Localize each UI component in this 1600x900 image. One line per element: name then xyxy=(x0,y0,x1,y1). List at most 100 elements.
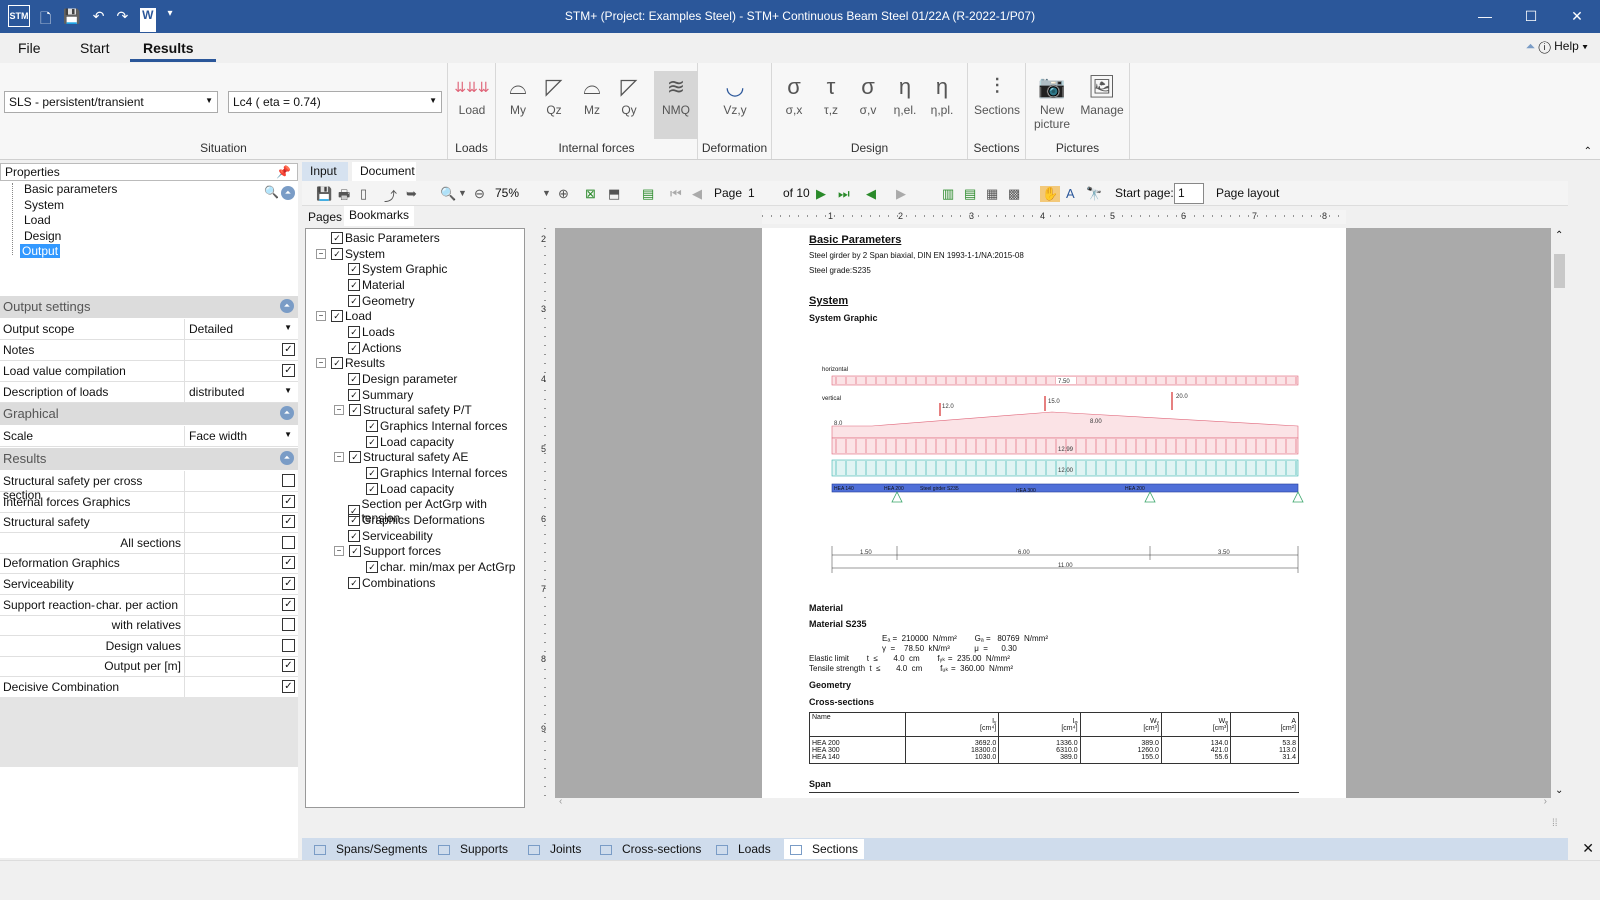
hand-tool-icon[interactable]: ✋ xyxy=(1040,186,1061,202)
continuous-icon[interactable]: ▤ xyxy=(964,186,976,202)
collapse-toggle-icon[interactable]: − xyxy=(334,452,344,462)
vertical-scrollbar[interactable]: ⌃ ⌄ xyxy=(1551,228,1568,798)
export-icon[interactable]: ⤴ xyxy=(384,186,397,205)
scroll-up-icon[interactable]: ⌃ xyxy=(1555,230,1563,241)
bookmark-item[interactable]: ✓ Load capacity xyxy=(366,435,454,449)
output-settings-header[interactable]: Output settings ⏶ xyxy=(0,296,298,318)
menu-results[interactable]: Results xyxy=(143,40,194,56)
tab-input[interactable]: Input xyxy=(302,162,348,181)
qy-button[interactable]: ◸ Qy xyxy=(607,71,651,117)
minimize-icon[interactable]: — xyxy=(1462,0,1508,33)
last-page-icon[interactable]: ⏭ xyxy=(838,186,850,202)
page-view-icon[interactable]: ▯ xyxy=(360,186,367,202)
deformation-graphics-checkbox[interactable]: ✓ xyxy=(282,556,295,569)
bookmark-item[interactable]: − ✓ Structural safety P/T xyxy=(334,403,472,417)
bookmark-item[interactable]: ✓ Basic Parameters xyxy=(316,231,440,245)
single-page-icon[interactable]: ▥ xyxy=(942,186,954,202)
bookmark-item[interactable]: − ✓ Load xyxy=(316,309,372,323)
bookmark-item[interactable]: ✓ char. min/max per ActGrp xyxy=(366,560,515,574)
find-icon[interactable]: 🔭 xyxy=(1086,186,1102,202)
description-of-loads-select[interactable]: distributed ▼ xyxy=(184,382,298,403)
page-input[interactable]: 1 xyxy=(748,186,755,200)
fit-page-icon[interactable]: ⊠ xyxy=(585,186,596,202)
collapse-toggle-icon[interactable]: − xyxy=(334,405,344,415)
situation-combo[interactable]: SLS - persistent/transient ▼ xyxy=(4,91,218,113)
bookmark-item[interactable]: ✓ Geometry xyxy=(348,294,415,308)
bookmark-item[interactable]: ✓ Serviceability xyxy=(348,529,433,543)
design-values-checkbox[interactable] xyxy=(282,639,295,652)
bookmark-item[interactable]: − ✓ Support forces xyxy=(334,544,441,558)
tab-bookmarks[interactable]: Bookmarks xyxy=(344,206,415,226)
structural-safety-checkbox[interactable]: ✓ xyxy=(282,515,295,528)
tab-cross-sections[interactable]: Cross-sections xyxy=(600,842,701,856)
bookmark-item[interactable]: ✓ Graphics Deformations xyxy=(348,513,485,527)
internal-forces-graphics-checkbox[interactable]: ✓ xyxy=(282,495,295,508)
tab-document[interactable]: Document xyxy=(352,162,416,181)
fit-width-icon[interactable]: ⬒ xyxy=(608,186,620,202)
resize-grip-icon[interactable]: ⁞⁞ xyxy=(1552,818,1558,829)
notes-checkbox[interactable]: ✓ xyxy=(282,343,295,356)
scale-select[interactable]: Face width ▼ xyxy=(184,426,298,447)
sections-button[interactable]: ⫶ Sections xyxy=(970,71,1024,117)
forward-icon[interactable]: ▶ xyxy=(896,186,906,202)
zoom-in-plus-icon[interactable]: ⊕ xyxy=(558,186,569,202)
results-header[interactable]: Results ⏶ xyxy=(0,448,298,470)
load-value-compilation-checkbox[interactable]: ✓ xyxy=(282,364,295,377)
bookmark-item[interactable]: ✓ Material xyxy=(348,278,405,292)
start-page-input[interactable]: 1 xyxy=(1174,183,1204,204)
bookmark-item[interactable]: − ✓ Results xyxy=(316,356,385,370)
output-per-m-checkbox[interactable]: ✓ xyxy=(282,659,295,672)
output-scope-select[interactable]: Detailed ▼ xyxy=(184,319,298,340)
tree-item-system[interactable]: System xyxy=(24,198,64,212)
page-layout-button[interactable]: Page layout xyxy=(1216,186,1279,200)
first-page-icon[interactable]: ⏮ xyxy=(670,186,682,202)
collapse-ribbon-icon[interactable]: ⏶ xyxy=(1526,39,1536,53)
tab-supports[interactable]: Supports xyxy=(438,842,508,856)
bookmark-item[interactable]: ✓ Design parameter xyxy=(348,372,457,386)
document-page[interactable]: Basic Parameters Steel girder by 2 Span … xyxy=(762,228,1346,798)
collapse-toggle-icon[interactable]: − xyxy=(316,311,326,321)
manage-button[interactable]: 🖼 Manage xyxy=(1076,71,1128,117)
tree-item-load[interactable]: Load xyxy=(24,213,51,227)
bookmark-item[interactable]: ✓ Load capacity xyxy=(366,482,454,496)
zoom-out-icon[interactable]: ⊖ xyxy=(474,186,485,202)
zoom-value[interactable]: 75% xyxy=(495,186,519,200)
close-icon[interactable]: ✕ xyxy=(1554,0,1600,33)
next-page-icon[interactable]: ▶ xyxy=(816,186,826,202)
chevron-down-icon[interactable]: ▼ xyxy=(542,188,551,198)
search-icon[interactable]: 🔍 xyxy=(264,185,279,199)
bookmark-item[interactable]: ✓ System Graphic xyxy=(348,262,447,276)
tab-loads[interactable]: Loads xyxy=(716,842,771,856)
bookmark-item[interactable]: ✓ Actions xyxy=(348,341,401,355)
zoom-in-icon[interactable]: 🔍 xyxy=(440,186,456,202)
scroll-left-icon[interactable]: ‹ xyxy=(559,796,562,807)
collapse-icon[interactable]: ⏶ xyxy=(281,186,295,200)
tab-spans-segments[interactable]: Spans/Segments xyxy=(314,842,427,856)
support-reaction-checkbox[interactable]: ✓ xyxy=(282,598,295,611)
print-icon[interactable]: 🖶 xyxy=(338,186,350,208)
vzy-button[interactable]: ◡ Vz,y xyxy=(713,71,757,117)
text-select-icon[interactable]: A xyxy=(1066,186,1075,201)
bookmarks-toggle-icon[interactable]: ▤ xyxy=(642,186,654,202)
pin-icon[interactable]: 📌 xyxy=(276,165,291,179)
back-icon[interactable]: ◀ xyxy=(866,186,876,202)
collapse-ribbon-icon[interactable]: ⌃ xyxy=(1584,146,1592,157)
collapse-toggle-icon[interactable]: − xyxy=(316,358,326,368)
bookmark-item[interactable]: ✓ Summary xyxy=(348,388,413,402)
structural-safety-per-cross-section-checkbox[interactable] xyxy=(282,474,295,487)
tree-item-design[interactable]: Design xyxy=(24,229,61,243)
previous-page-icon[interactable]: ◀ xyxy=(692,186,702,202)
nmq-button[interactable]: ≋ NMQ xyxy=(654,71,698,139)
send-icon[interactable]: ➥ xyxy=(406,186,417,202)
decisive-combination-checkbox[interactable]: ✓ xyxy=(282,680,295,693)
with-relatives-checkbox[interactable] xyxy=(282,618,295,631)
menu-file[interactable]: File xyxy=(18,40,41,56)
horizontal-scrollbar[interactable]: ‹ › xyxy=(555,796,1551,810)
graphical-header[interactable]: Graphical ⏶ xyxy=(0,403,298,425)
serviceability-checkbox[interactable]: ✓ xyxy=(282,577,295,590)
scroll-down-icon[interactable]: ⌄ xyxy=(1555,785,1563,796)
all-sections-checkbox[interactable] xyxy=(282,536,295,549)
tab-sections[interactable]: Sections xyxy=(784,839,865,859)
bookmark-item[interactable]: ✓ Combinations xyxy=(348,576,435,590)
two-pages-icon[interactable]: ▦ xyxy=(986,186,998,202)
